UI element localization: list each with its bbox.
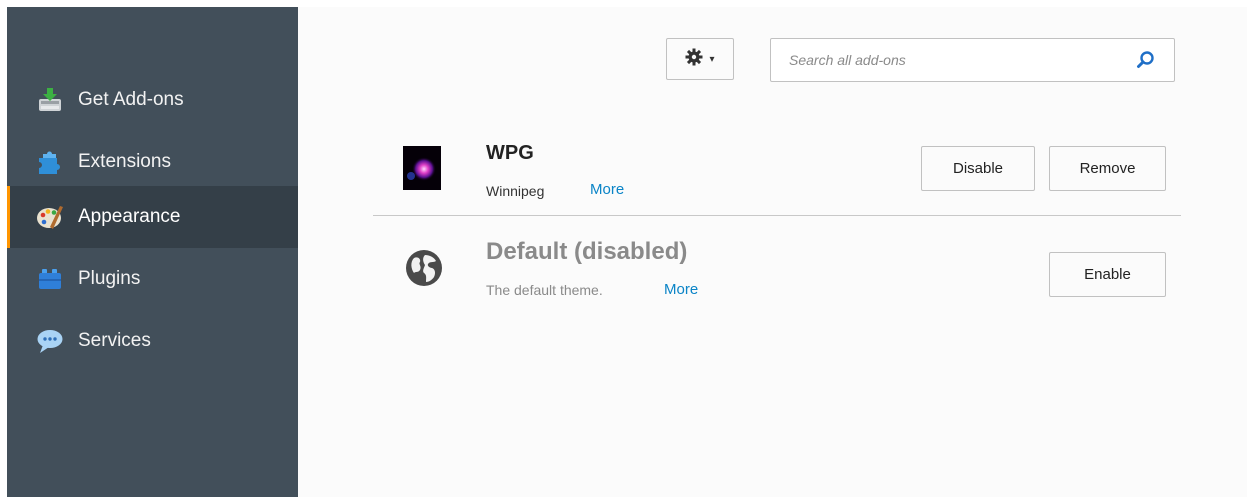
- search-box: [770, 38, 1175, 82]
- categories-sidebar: Get Add-ons Extensions Appearance Plugin…: [7, 7, 298, 497]
- sidebar-item-appearance[interactable]: Appearance: [7, 186, 298, 248]
- addon-description: The default theme.: [486, 282, 603, 298]
- plugin-brick-icon: [35, 264, 65, 294]
- addon-name: WPG: [486, 142, 534, 164]
- chevron-down-icon: ▾: [709, 53, 715, 65]
- sidebar-item-extensions[interactable]: Extensions: [7, 131, 298, 193]
- disable-button[interactable]: Disable: [921, 146, 1035, 191]
- sidebar-item-get-addons[interactable]: Get Add-ons: [7, 69, 298, 131]
- speech-bubble-icon: [35, 326, 65, 356]
- addons-list-pane: ▾ Search all add-ons WPG Winnipeg More D…: [298, 7, 1247, 497]
- more-link[interactable]: More: [590, 181, 624, 198]
- remove-button[interactable]: Remove: [1049, 146, 1166, 191]
- enable-button[interactable]: Enable: [1049, 252, 1166, 297]
- gear-icon: [685, 48, 703, 71]
- search-input[interactable]: [771, 39, 1174, 81]
- sidebar-item-label: Get Add-ons: [78, 89, 184, 110]
- sidebar-item-plugins[interactable]: Plugins: [7, 248, 298, 310]
- addon-name: Default (disabled): [486, 238, 688, 265]
- get-addons-icon: [35, 85, 65, 115]
- sidebar-item-label: Extensions: [78, 151, 171, 172]
- palette-icon: [35, 202, 65, 232]
- addon-item-default[interactable]: Default (disabled) The default theme. Mo…: [373, 218, 1181, 308]
- addon-item-wpg[interactable]: WPG Winnipeg More Disable Remove: [373, 132, 1181, 216]
- sidebar-item-label: Appearance: [78, 206, 181, 227]
- globe-icon: [405, 249, 443, 287]
- addon-description: Winnipeg: [486, 183, 545, 199]
- divider: [373, 215, 1181, 216]
- magnifier-icon[interactable]: [1136, 50, 1156, 70]
- sidebar-item-label: Plugins: [78, 268, 141, 289]
- sidebar-item-services[interactable]: Services: [7, 310, 298, 372]
- sidebar-item-label: Services: [78, 330, 151, 351]
- tools-menu-button[interactable]: ▾: [666, 38, 734, 80]
- theme-preview-image: [403, 146, 441, 190]
- more-link[interactable]: More: [664, 281, 698, 298]
- puzzle-piece-icon: [35, 147, 65, 177]
